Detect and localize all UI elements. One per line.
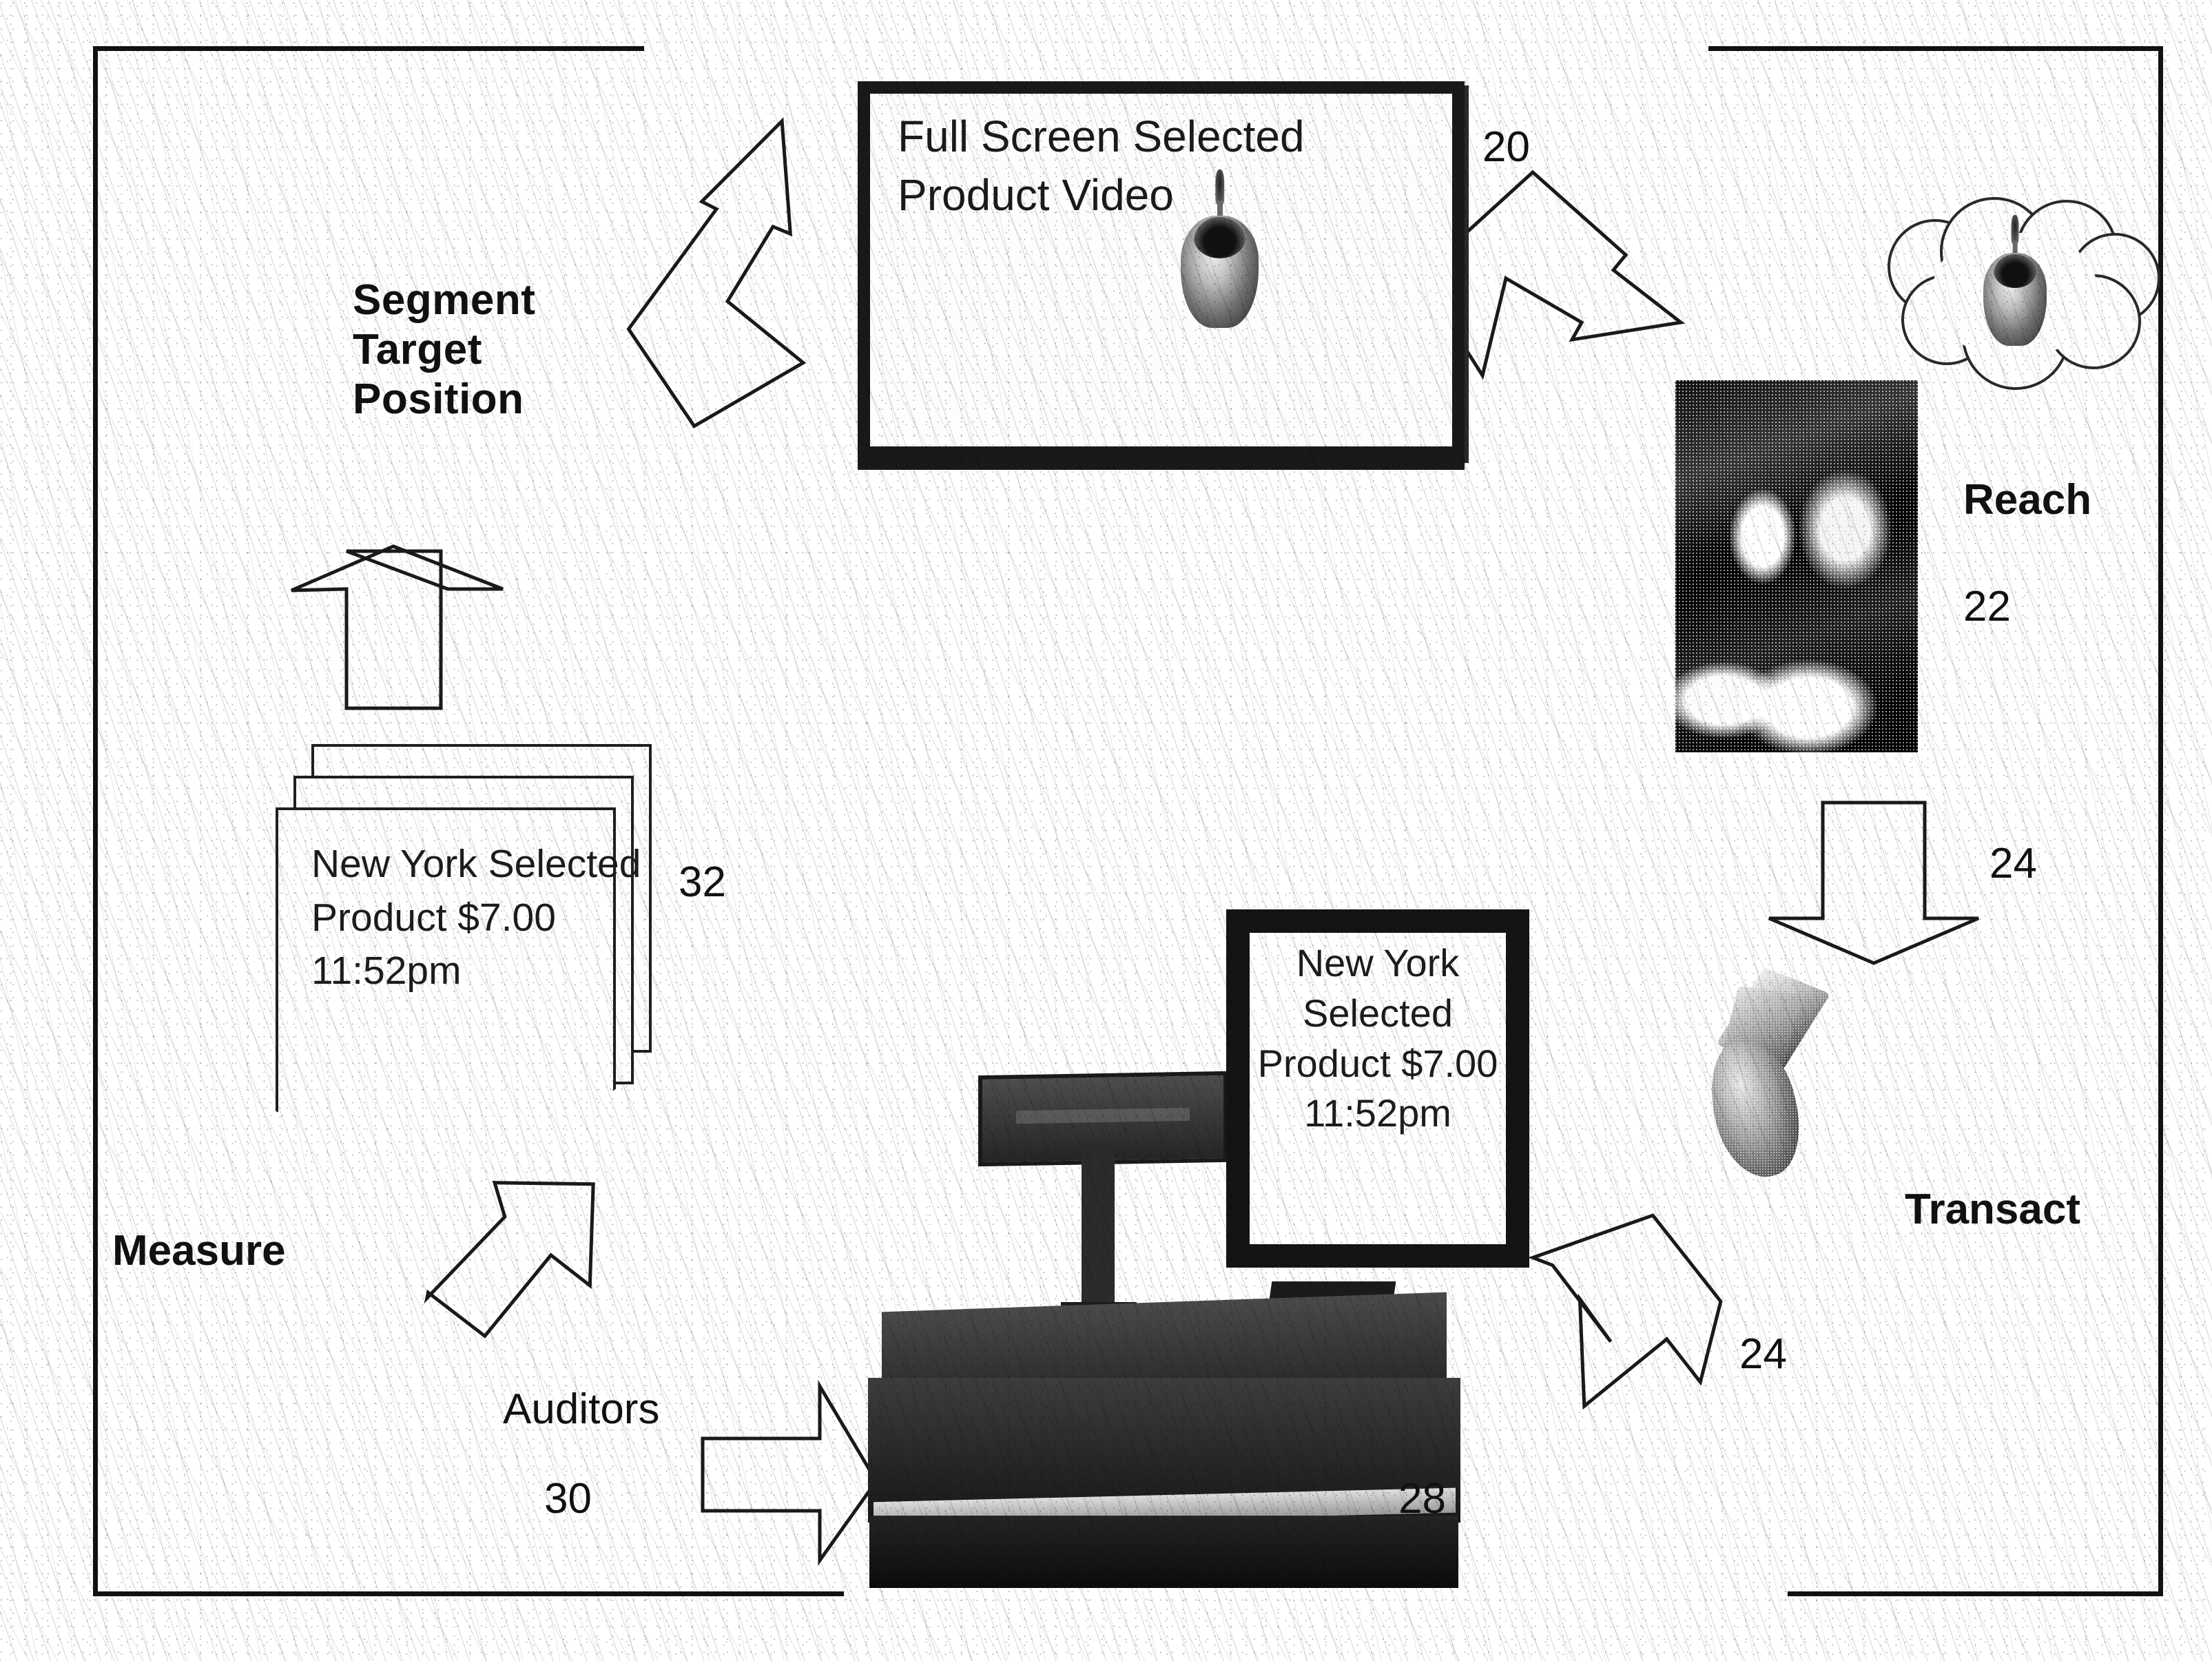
arrow-transact-to-pos bbox=[1527, 1213, 1723, 1410]
register-base bbox=[869, 1516, 1458, 1588]
auditors-label: Auditors bbox=[503, 1385, 660, 1433]
segment-target-position-label: Segment Target Position bbox=[353, 276, 536, 423]
transact-label: Transact bbox=[1905, 1186, 2081, 1233]
arrow-auditors-to-pos bbox=[701, 1379, 878, 1566]
figure-canvas: Full Screen Selected Product Video 20 Se… bbox=[0, 0, 2212, 1661]
arrow-measure-to-segment bbox=[291, 544, 504, 710]
pos-cash-register[interactable]: New York Selected Product $7.00 11:52pm bbox=[854, 799, 1529, 1588]
perfume-bottle-icon-thought bbox=[1977, 215, 2053, 346]
hand-with-cash-icon bbox=[1698, 964, 1846, 1192]
arrow-auditors-to-measure bbox=[424, 1181, 595, 1339]
thought-bubble-icon bbox=[1874, 193, 2163, 390]
reach-label: Reach bbox=[1963, 476, 2092, 524]
document-text: New York Selected Product $7.00 11:52pm bbox=[311, 842, 641, 993]
pos-screen-text: New York Selected Product $7.00 11:52pm bbox=[1257, 941, 1498, 1135]
full-screen-video-display[interactable]: Full Screen Selected Product Video bbox=[858, 81, 1465, 459]
document-stack-icon: New York Selected Product $7.00 11:52pm bbox=[276, 744, 661, 1130]
transact-bottom-reference-number: 24 bbox=[1739, 1330, 1787, 1378]
display-pole bbox=[1082, 1144, 1115, 1316]
pos-screen[interactable]: New York Selected Product $7.00 11:52pm bbox=[1226, 909, 1529, 1268]
perfume-bottle-icon bbox=[1173, 169, 1266, 328]
auditors-reference-number: 30 bbox=[544, 1475, 592, 1523]
reach-reference-number: 22 bbox=[1963, 583, 2011, 630]
pos-reference-number: 28 bbox=[1398, 1475, 1446, 1523]
display-screen: Full Screen Selected Product Video bbox=[870, 94, 1452, 446]
shopper-photo bbox=[1675, 380, 1918, 752]
arrow-to-display bbox=[626, 117, 807, 429]
transact-top-reference-number: 24 bbox=[1989, 840, 2037, 887]
measure-reference-number: 32 bbox=[679, 858, 726, 906]
display-reference-number: 20 bbox=[1482, 123, 1530, 171]
measure-label: Measure bbox=[112, 1227, 286, 1275]
arrow-reach-to-transact bbox=[1768, 801, 1979, 965]
